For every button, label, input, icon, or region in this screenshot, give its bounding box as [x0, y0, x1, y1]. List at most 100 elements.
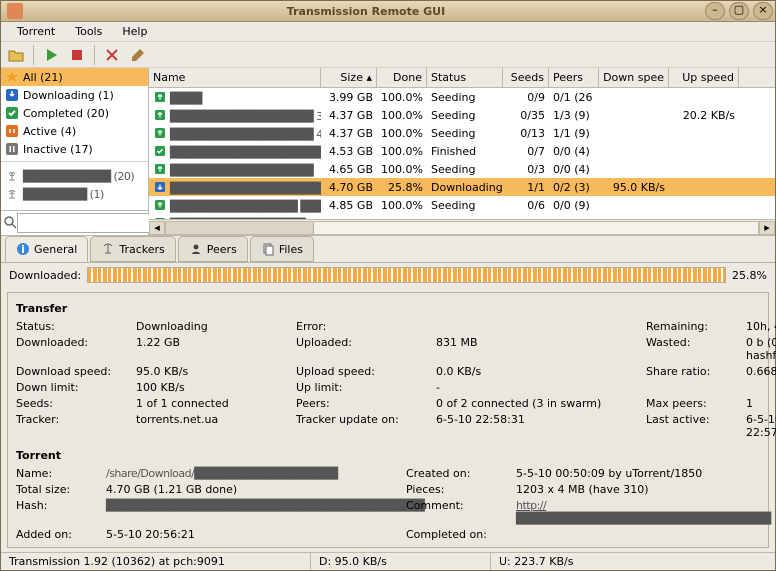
label-max-peers: Max peers: — [646, 397, 746, 410]
tracker-filter-0[interactable]: ███████████ (20) — [1, 167, 148, 185]
label-created: Created on: — [406, 467, 516, 480]
scroll-track[interactable] — [165, 221, 759, 235]
close-button[interactable]: × — [753, 2, 773, 20]
delete-button[interactable] — [101, 44, 123, 66]
col-peers[interactable]: Peers — [549, 68, 599, 87]
cell-done: 100.0% — [377, 199, 427, 212]
start-button[interactable] — [40, 44, 62, 66]
star-icon — [5, 70, 19, 84]
value-up-speed: 0.0 KB/s — [436, 365, 646, 378]
tracker-filter-1[interactable]: ████████ (1) — [1, 185, 148, 203]
value-downloaded: 1.22 GB — [136, 336, 296, 362]
open-button[interactable] — [5, 44, 27, 66]
progress-row: Downloaded: 25.8% — [1, 263, 775, 287]
downloaded-label: Downloaded: — [9, 269, 81, 282]
scroll-thumb[interactable] — [166, 222, 314, 234]
tab-files[interactable]: Files — [250, 236, 314, 262]
table-row[interactable]: ████████████████ ███ 24.85 GB100.0%Seedi… — [149, 196, 775, 214]
cell-name: ████ — [170, 92, 202, 105]
col-name[interactable]: Name — [149, 68, 321, 87]
cell-seeds: 0/35 — [503, 109, 549, 122]
col-up-speed[interactable]: Up speed — [669, 68, 739, 87]
filter-label: Inactive (17) — [23, 143, 93, 156]
maximize-button[interactable]: ▢ — [729, 2, 749, 20]
scroll-left-button[interactable]: ◂ — [149, 221, 165, 235]
column-headers: Name Size ▴ Done Status Seeds Peers Down… — [149, 68, 775, 88]
label-uploaded: Uploaded: — [296, 336, 436, 362]
value-created: 5-5-10 00:50:09 by uTorrent/1850 — [516, 467, 771, 480]
col-done[interactable]: Done — [377, 68, 427, 87]
cell-size: 4.53 GB — [321, 145, 377, 158]
value-tracker: torrents.net.ua — [136, 413, 296, 439]
search-input[interactable] — [17, 213, 170, 233]
value-hash: ████████████████████████████████████████ — [106, 499, 406, 525]
table-row[interactable]: ███████████████████4.70 GB25.8%Downloadi… — [149, 178, 775, 196]
value-up-limit: - — [436, 381, 646, 394]
tab-general[interactable]: iGeneral — [5, 236, 88, 262]
toolbar — [1, 42, 775, 68]
tab-peers[interactable]: Peers — [178, 236, 248, 262]
cell-name: ████████████████ ███ 2 — [170, 200, 321, 213]
value-seeds: 1 of 1 connected — [136, 397, 296, 410]
table-row[interactable]: ██████████████████ 34.37 GB100.0%Seeding… — [149, 106, 775, 124]
cell-seeds: 0/3 — [503, 163, 549, 176]
cell-size: 4.65 GB — [321, 163, 377, 176]
label-total-size: Total size: — [16, 483, 106, 496]
value-pieces: 1203 x 4 MB (have 310) — [516, 483, 771, 496]
download-icon — [5, 88, 19, 102]
cell-size: 4.70 GB — [321, 181, 377, 194]
table-row[interactable]: ██████████████████ 44.37 GB100.0%Seeding… — [149, 124, 775, 142]
progress-bar — [87, 267, 726, 283]
col-size[interactable]: Size ▴ — [321, 68, 377, 87]
status-connection: Transmission 1.92 (10362) at pch:9091 — [1, 553, 311, 570]
value-comment[interactable]: http://████████████████████████████████ — [516, 499, 771, 525]
stop-button[interactable] — [66, 44, 88, 66]
minimize-button[interactable]: – — [705, 2, 725, 20]
value-peers: 0 of 2 connected (3 in swarm) — [436, 397, 646, 410]
properties-button[interactable] — [127, 44, 149, 66]
label-hash: Hash: — [16, 499, 106, 525]
col-status[interactable]: Status — [427, 68, 503, 87]
torrent-title: Torrent — [16, 449, 760, 462]
separator — [94, 45, 95, 65]
tab-trackers[interactable]: Trackers — [90, 236, 175, 262]
label-downloaded: Downloaded: — [16, 336, 136, 362]
transfer-panel: Transfer Status:Downloading Error: Remai… — [7, 292, 769, 548]
torrent-rows: ████3.99 GB100.0%Seeding0/90/1 (26██████… — [149, 88, 775, 219]
col-seeds[interactable]: Seeds — [503, 68, 549, 87]
table-row[interactable]: ███████████████████4.53 GB100.0%Finished… — [149, 142, 775, 160]
cell-done: 100.0% — [377, 145, 427, 158]
menu-tools[interactable]: Tools — [65, 22, 112, 41]
value-remaining: 10h, 41m — [746, 320, 776, 333]
cell-status: Downloading — [427, 181, 503, 194]
cell-done: 100.0% — [377, 109, 427, 122]
col-down-speed[interactable]: Down spee — [599, 68, 669, 87]
check-icon — [5, 106, 19, 120]
torrent-list: Name Size ▴ Done Status Seeds Peers Down… — [149, 68, 775, 235]
filter-completed[interactable]: Completed (20) — [1, 104, 148, 122]
filter-downloading[interactable]: Downloading (1) — [1, 86, 148, 104]
value-completed — [516, 528, 771, 541]
value-max-peers: 1 — [746, 397, 776, 410]
cell-peers: 0/2 (3) — [549, 181, 599, 194]
cell-done: 100.0% — [377, 127, 427, 140]
label-comment: Comment: — [406, 499, 516, 525]
filter-label: Completed (20) — [23, 107, 109, 120]
menu-help[interactable]: Help — [112, 22, 157, 41]
filter-active[interactable]: Active (4) — [1, 122, 148, 140]
scroll-right-button[interactable]: ▸ — [759, 221, 775, 235]
cell-status: Seeding — [427, 199, 503, 212]
label-added: Added on: — [16, 528, 106, 541]
cell-status: Seeding — [427, 127, 503, 140]
cell-name: ██████████████████ 3 — [170, 110, 321, 123]
menu-torrent[interactable]: Torrent — [7, 22, 65, 41]
horizontal-scrollbar[interactable]: ◂ ▸ — [149, 219, 775, 235]
downloaded-percent: 25.8% — [732, 269, 767, 282]
cell-status: Finished — [427, 145, 503, 158]
table-row[interactable]: ██████████████████4.65 GB100.0%Seeding0/… — [149, 160, 775, 178]
table-row[interactable]: ████3.99 GB100.0%Seeding0/90/1 (26 — [149, 88, 775, 106]
label-up-speed: Upload speed: — [296, 365, 436, 378]
filter-all[interactable]: All (21) — [1, 68, 148, 86]
filter-inactive[interactable]: Inactive (17) — [1, 140, 148, 158]
value-ratio: 0.668 — [746, 365, 776, 378]
